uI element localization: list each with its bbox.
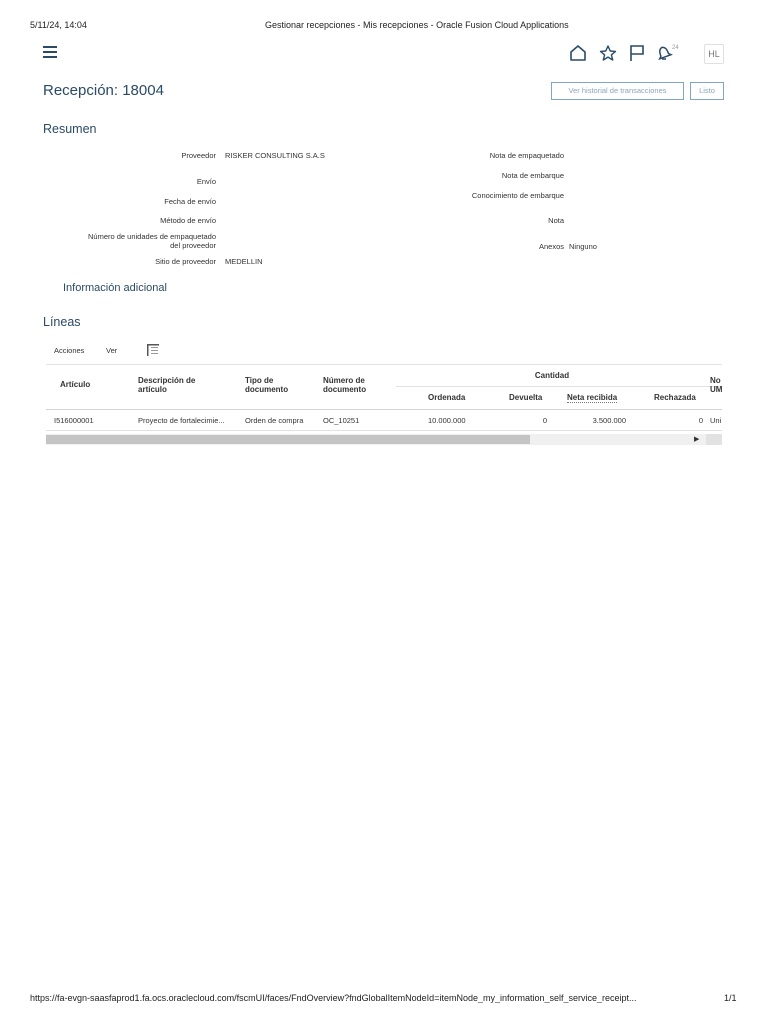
supplier-site-value: MEDELLIN (225, 257, 263, 266)
ship-method-label: Método de envío (160, 216, 216, 225)
print-page-number: 1/1 (724, 993, 737, 1003)
col-header-description-line2[interactable]: artículo (138, 385, 167, 394)
user-avatar[interactable]: HL (704, 44, 724, 64)
cell-description: Proyecto de fortalecimie... (138, 416, 225, 425)
star-icon[interactable] (598, 44, 618, 62)
cell-doc-number[interactable]: OC_10251 (323, 416, 393, 425)
packing-units-label-line2: del proveedor (170, 241, 216, 250)
waybill-label: Nota de embarque (501, 171, 564, 180)
col-header-doc-number-line1[interactable]: Número de (323, 376, 365, 385)
supplier-site-label: Sitio de proveedor (155, 257, 216, 266)
actions-menu[interactable]: Acciones (54, 346, 84, 355)
col-header-doc-type-line1[interactable]: Tipo de (245, 376, 273, 385)
col-header-doc-number-line2[interactable]: documento (323, 385, 366, 394)
view-menu[interactable]: Ver (106, 346, 117, 355)
scrollbar-thumb[interactable] (46, 435, 530, 444)
col-header-description-line1[interactable]: Descripción de (138, 376, 195, 385)
flag-icon[interactable] (627, 44, 647, 62)
summary-section-title: Resumen (43, 122, 97, 136)
page-title: Recepción: 18004 (43, 82, 164, 99)
bill-of-lading-label: Conocimiento de embarque (471, 191, 564, 200)
horizontal-scrollbar[interactable]: ▶ (46, 434, 722, 445)
col-header-uom-line2[interactable]: UM (710, 385, 722, 394)
print-datetime: 5/11/24, 14:04 (30, 20, 87, 30)
col-header-returned[interactable]: Devuelta (509, 393, 542, 402)
col-header-uom-line1[interactable]: No (710, 376, 721, 385)
home-icon[interactable] (568, 44, 588, 62)
column-freeze-icon[interactable] (146, 343, 160, 357)
col-header-ordered[interactable]: Ordenada (428, 393, 465, 402)
supplier-value: RISKER CONSULTING S.A.S (225, 151, 325, 160)
hamburger-menu-icon[interactable] (43, 46, 57, 58)
note-label: Nota (548, 216, 564, 225)
lines-section-title: Líneas (43, 315, 81, 329)
packing-units-label-line1: Número de unidades de empaquetado (87, 232, 216, 241)
col-group-quantity: Cantidad (534, 371, 570, 380)
cell-item: I516000001 (54, 416, 94, 425)
cell-returned: 0 (542, 416, 547, 425)
cell-ordered: 10.000.000 (428, 416, 466, 425)
cell-rejected: 0 (698, 416, 703, 425)
additional-info-link[interactable]: Información adicional (63, 282, 167, 294)
lines-table: Artículo Descripción de artículo Tipo de… (46, 364, 722, 448)
col-header-item[interactable]: Artículo (60, 380, 90, 389)
cell-net-received: 3.500.000 (592, 416, 626, 425)
print-url: https://fa-evgn-saasfaprod1.fa.ocs.oracl… (30, 993, 637, 1003)
shipment-label: Envío (196, 177, 216, 186)
col-header-rejected[interactable]: Rechazada (654, 393, 696, 402)
scroll-right-arrow-icon[interactable]: ▶ (694, 435, 699, 443)
scrollbar-corner (706, 434, 722, 445)
print-page-title: Gestionar recepciones - Mis recepciones … (265, 20, 569, 30)
attachments-value[interactable]: Ninguno (569, 242, 597, 251)
notification-count: 24 (672, 45, 679, 51)
ship-date-label: Fecha de envío (164, 197, 216, 206)
col-header-doc-type-line2[interactable]: documento (245, 385, 288, 394)
cell-doc-type: Orden de compra (245, 416, 304, 425)
attachments-label: Anexos (538, 242, 564, 251)
packing-slip-label: Nota de empaquetado (489, 151, 564, 160)
col-header-net-received[interactable]: Neta recibida (567, 393, 618, 403)
done-button[interactable]: Listo (690, 82, 724, 100)
cell-uom: Uni (710, 416, 722, 425)
transaction-history-button[interactable]: Ver historial de transacciones (551, 82, 684, 100)
supplier-label: Proveedor (181, 151, 216, 160)
